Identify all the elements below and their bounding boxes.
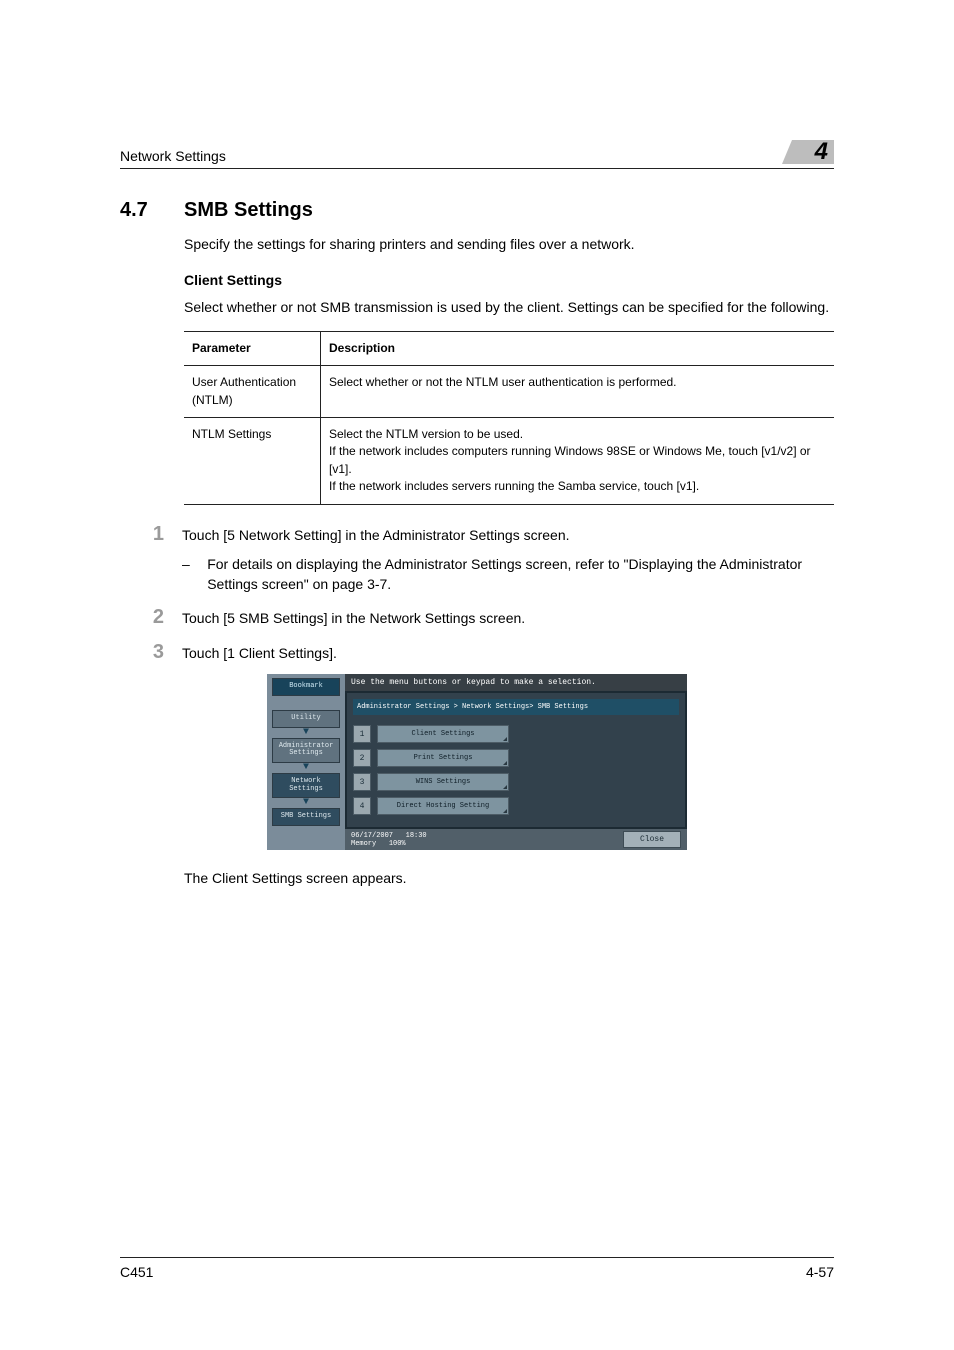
step-sub-item: – For details on displaying the Administ… [182,554,834,595]
chevron-down-icon: ▼ [303,800,309,806]
menu-number: 1 [353,725,371,743]
step-item: 3 Touch [1 Client Settings]. [140,641,834,664]
sidebar-item-admin-settings[interactable]: Administrator Settings [272,738,340,763]
table-header-parameter: Parameter [184,331,321,365]
step-sub-text: For details on displaying the Administra… [207,554,834,595]
menu-row: 2 Print Settings [353,749,679,767]
step-result-text: The Client Settings screen appears. [184,868,834,888]
step-item: 1 Touch [5 Network Setting] in the Admin… [140,523,834,546]
step-number: 3 [140,641,164,664]
sidebar-item-utility[interactable]: Utility [272,710,340,728]
screenshot-sidebar: Bookmark Utility ▼ Administrator Setting… [267,674,345,850]
table-row: User Authentication (NTLM) Select whethe… [184,366,834,418]
table-cell-desc: Select the NTLM version to be used. If t… [321,418,835,505]
step-text: Touch [5 SMB Settings] in the Network Se… [182,608,834,628]
screenshot-main-panel: Administrator Settings > Network Setting… [345,691,687,829]
page-footer: C451 4-57 [120,1257,834,1280]
dash-icon: – [182,554,193,595]
screenshot-instruction: Use the menu buttons or keypad to make a… [345,674,687,691]
menu-row: 1 Client Settings [353,725,679,743]
chevron-down-icon: ▼ [303,730,309,736]
footer-model: C451 [120,1264,153,1280]
step-number: 1 [140,523,164,546]
menu-number: 4 [353,797,371,815]
section-intro: Specify the settings for sharing printer… [184,234,834,254]
close-button[interactable]: Close [623,831,681,848]
chapter-number: 4 [815,140,828,164]
menu-number: 3 [353,773,371,791]
step-number: 2 [140,606,164,629]
menu-client-settings-button[interactable]: Client Settings [377,725,509,743]
page-header: Network Settings 4 [120,140,834,169]
menu-wins-settings-button[interactable]: WINS Settings [377,773,509,791]
table-cell-param: User Authentication (NTLM) [184,366,321,418]
footer-memory-label: Memory [351,840,376,848]
table-row: NTLM Settings Select the NTLM version to… [184,418,834,505]
section-number: 4.7 [120,199,160,234]
step-text: Touch [5 Network Setting] in the Adminis… [182,525,834,545]
table-cell-param: NTLM Settings [184,418,321,505]
subsection-heading: Client Settings [184,270,834,290]
chevron-down-icon: ▼ [303,765,309,771]
subsection-desc: Select whether or not SMB transmission i… [184,297,834,317]
sidebar-item-network-settings[interactable]: Network Settings [272,773,340,798]
running-head: Network Settings [120,148,226,164]
parameter-table: Parameter Description User Authenticatio… [184,331,834,505]
step-item: 2 Touch [5 SMB Settings] in the Network … [140,606,834,629]
menu-print-settings-button[interactable]: Print Settings [377,749,509,767]
footer-time: 18:30 [406,832,427,840]
chapter-marker: 4 [782,140,834,164]
embedded-screenshot: Bookmark Utility ▼ Administrator Setting… [267,674,687,850]
menu-direct-hosting-button[interactable]: Direct Hosting Setting [377,797,509,815]
breadcrumb: Administrator Settings > Network Setting… [353,699,679,715]
step-text: Touch [1 Client Settings]. [182,643,834,663]
footer-page-number: 4-57 [806,1264,834,1280]
screenshot-footer: 06/17/2007 18:30 Memory 100% Close [345,829,687,850]
table-cell-desc: Select whether or not the NTLM user auth… [321,366,835,418]
footer-date: 06/17/2007 [351,832,393,840]
menu-row: 3 WINS Settings [353,773,679,791]
footer-memory-value: 100% [389,840,406,848]
menu-row: 4 Direct Hosting Setting [353,797,679,815]
section-title: SMB Settings [184,199,313,222]
menu-number: 2 [353,749,371,767]
sidebar-item-smb-settings[interactable]: SMB Settings [272,808,340,826]
bookmark-button[interactable]: Bookmark [272,678,340,696]
table-header-description: Description [321,331,835,365]
